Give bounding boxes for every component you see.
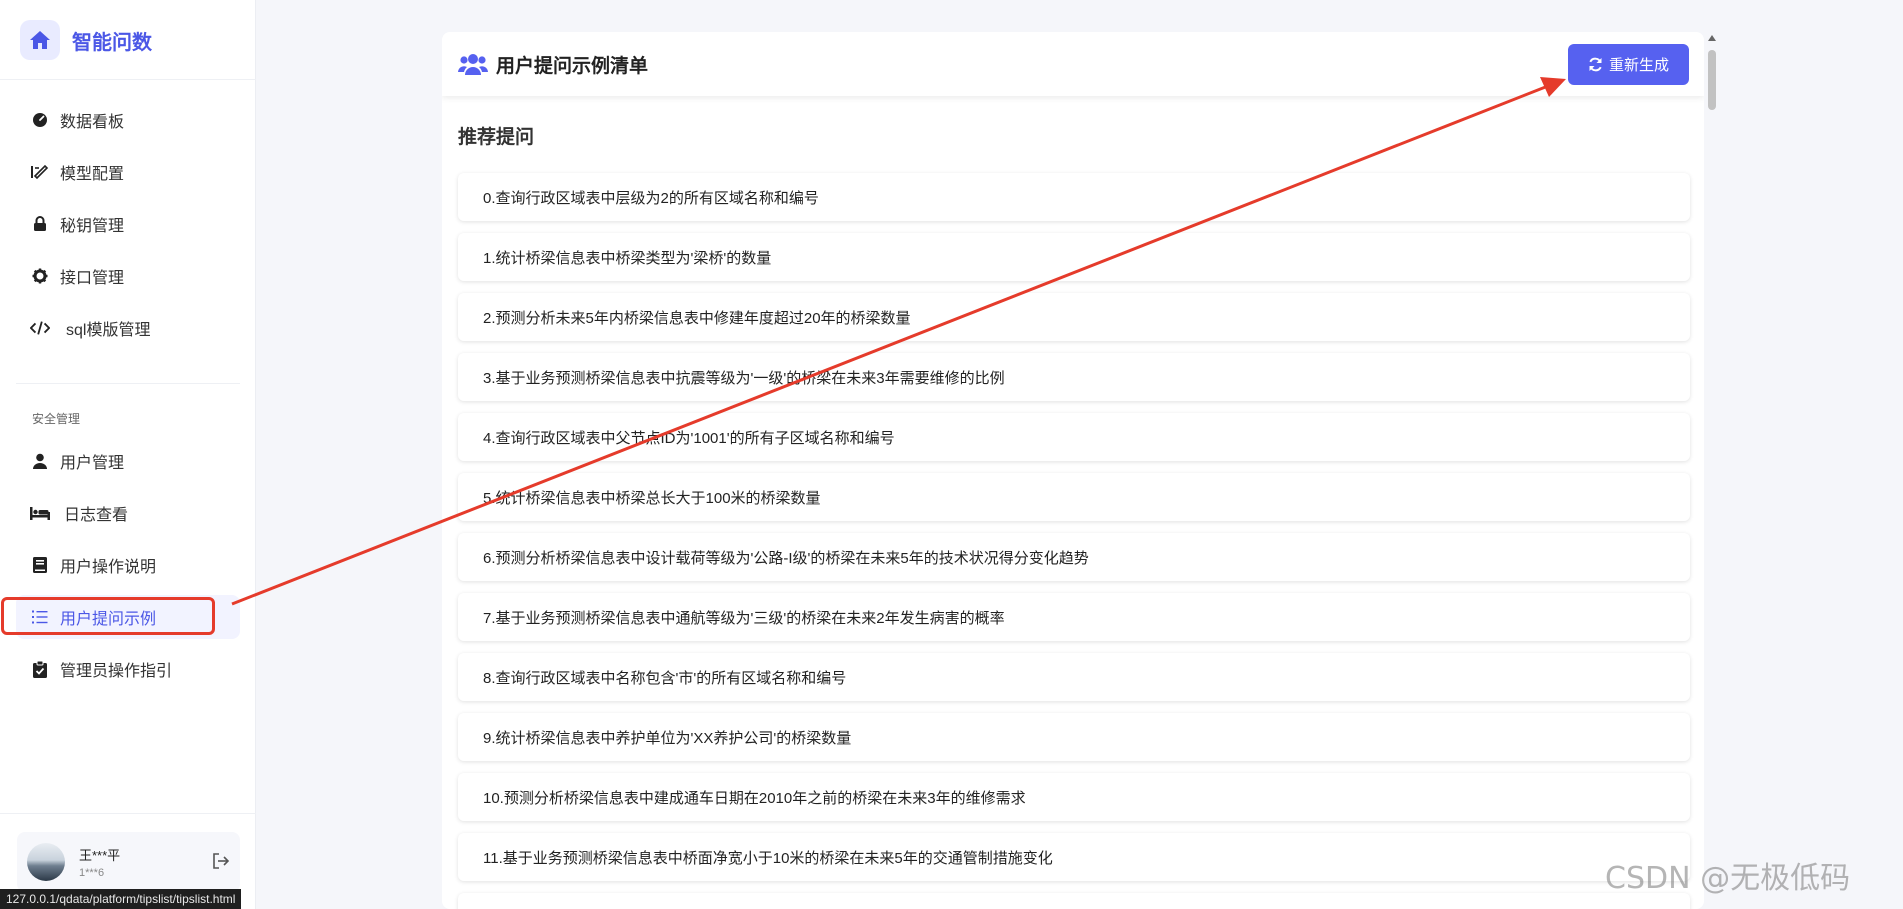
scroll-thumb[interactable] [1708,50,1716,110]
list-item[interactable]: 1.统计桥梁信息表中桥梁类型为'梁桥'的数量 [458,233,1690,281]
sidebar-item-users[interactable]: 用户管理 [16,439,240,483]
annotation-highlight-box [1,597,215,635]
bed-icon [30,503,50,523]
list-item[interactable]: 5.统计桥梁信息表中桥梁总长大于100米的桥梁数量 [458,473,1690,521]
scroll-up-arrow-icon[interactable] [1708,35,1716,41]
sidebar-item-label: 用户操作说明 [60,559,157,576]
list-item[interactable]: 8.查询行政区域表中名称包含'市'的所有区域名称和编号 [458,653,1690,701]
card-header: 用户提问示例清单 重新生成 [442,32,1704,96]
brand[interactable]: 智能问数 [20,20,152,60]
user-meta: 王***平 1***6 [79,845,120,879]
gear-icon [30,266,50,286]
code-icon [30,318,50,338]
sidebar-item-api[interactable]: 接口管理 [16,254,240,298]
watermark: CSDN @无极低码 [1605,861,1851,896]
sidebar-item-secret-keys[interactable]: 秘钥管理 [16,202,240,246]
clipboard-icon [30,659,50,679]
sidebar-item-label: sql模版管理 [66,322,151,339]
user-icon [30,451,50,471]
users-icon [458,53,488,75]
gauge-icon [30,110,50,130]
list-item[interactable]: 4.查询行政区域表中父节点ID为'1001'的所有子区域名称和编号 [458,413,1690,461]
refresh-icon [1588,57,1603,72]
user-name: 王***平 [79,848,121,863]
nav-group-label: 安全管理 [32,412,81,426]
sidebar-item-admin-guide[interactable]: 管理员操作指引 [16,647,240,691]
home-icon [20,20,60,60]
list-item[interactable]: 11.基于业务预测桥梁信息表中桥面净宽小于10米的桥梁在未来5年的交通管制措施变… [458,833,1690,881]
book-icon [30,555,50,575]
regenerate-button[interactable]: 重新生成 [1568,44,1689,85]
list-item[interactable]: 9.统计桥梁信息表中养护单位为'XX养护公司'的桥梁数量 [458,713,1690,761]
regenerate-label: 重新生成 [1608,57,1669,74]
sidebar-item-sql-templates[interactable]: sql模版管理 [16,306,240,350]
list-item[interactable]: 0.查询行政区域表中层级为2的所有区域名称和编号 [458,173,1690,221]
sidebar-item-label: 日志查看 [64,507,129,524]
scrollbar[interactable] [1706,32,1718,909]
tips-card: 用户提问示例清单 重新生成 推荐提问 0.查询行政区域表中层级为2的所有区域名称… [442,32,1704,909]
sidebar-item-model-config[interactable]: 模型配置 [16,150,240,194]
sidebar-item-label: 数据看板 [60,114,125,131]
list-item[interactable] [458,893,1690,909]
list-item[interactable]: 2.预测分析未来5年内桥梁信息表中修建年度超过20年的桥梁数量 [458,293,1690,341]
divider [0,79,256,80]
section-title: 推荐提问 [458,127,535,148]
brand-title: 智能问数 [72,31,152,54]
avatar [27,843,65,881]
sidebar-item-user-guide[interactable]: 用户操作说明 [16,543,240,587]
sidebar-item-dashboard[interactable]: 数据看板 [16,98,240,142]
sidebar: 智能问数 数据看板 模型配置 秘钥管理 接口管理 sql模版管理 安全管理 用户… [0,0,256,909]
page-title: 用户提问示例清单 [496,55,649,77]
logout-icon[interactable] [212,853,230,874]
lock-icon [30,214,50,234]
divider [16,383,240,384]
sidebar-item-label: 接口管理 [60,270,125,287]
brush-icon [30,162,50,182]
list-item[interactable]: 10.预测分析桥梁信息表中建成通车日期在2010年之前的桥梁在未来3年的维修需求 [458,773,1690,821]
user-phone: 1***6 [79,867,105,879]
list-item[interactable]: 6.预测分析桥梁信息表中设计载荷等级为'公路-I级'的桥梁在未来5年的技术状况得… [458,533,1690,581]
sidebar-item-label: 用户管理 [60,455,125,472]
status-bar-url: 127.0.0.1/qdata/platform/tipslist/tipsli… [0,889,242,909]
list-item[interactable]: 3.基于业务预测桥梁信息表中抗震等级为'一级'的桥梁在未来3年需要维修的比例 [458,353,1690,401]
sidebar-item-label: 管理员操作指引 [60,663,173,680]
list-item[interactable]: 7.基于业务预测桥梁信息表中通航等级为'三级'的桥梁在未来2年发生病害的概率 [458,593,1690,641]
sidebar-item-label: 模型配置 [60,166,125,183]
divider [0,813,256,814]
sidebar-item-label: 秘钥管理 [60,218,125,235]
tips-list: 0.查询行政区域表中层级为2的所有区域名称和编号 1.统计桥梁信息表中桥梁类型为… [458,173,1690,909]
sidebar-item-logs[interactable]: 日志查看 [16,491,240,535]
user-card[interactable]: 王***平 1***6 [17,832,240,892]
